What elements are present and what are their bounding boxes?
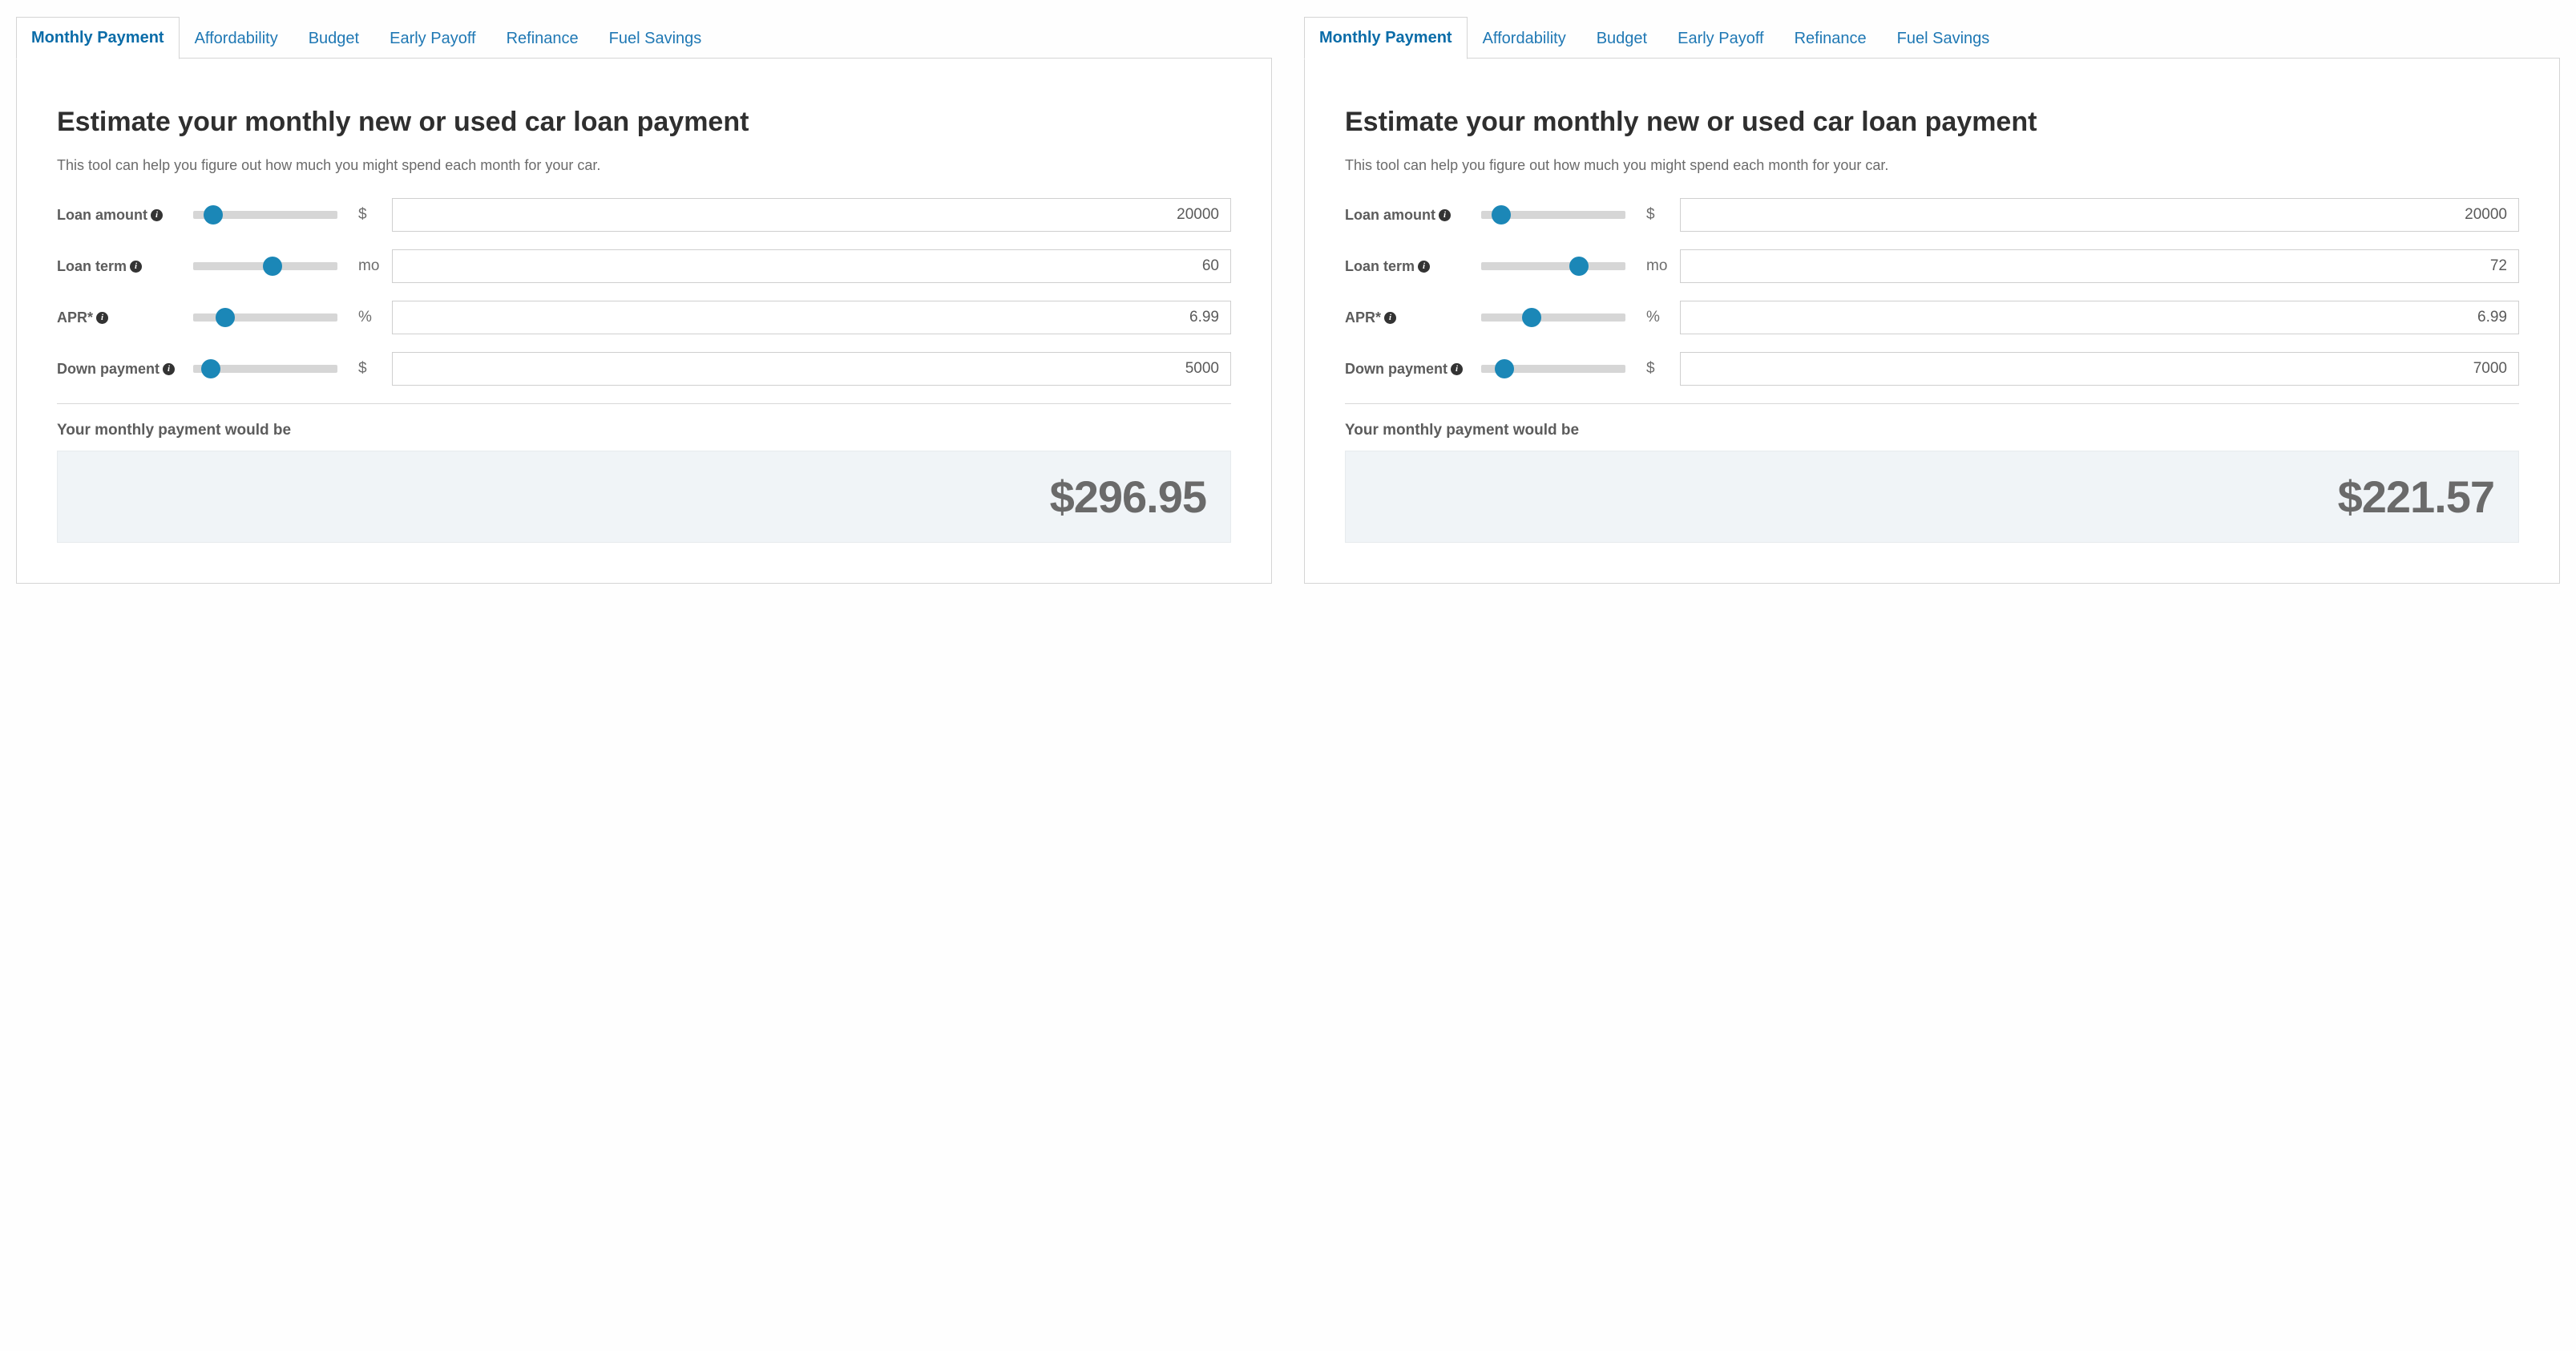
input-label: Down payment i [1345, 361, 1481, 378]
slider-thumb[interactable] [1522, 308, 1541, 327]
slider-thumb[interactable] [263, 257, 282, 276]
input-label-text: Down payment [1345, 361, 1447, 378]
slider-track[interactable] [193, 313, 337, 322]
unit-label: mo [358, 257, 392, 275]
slider-track[interactable] [193, 262, 337, 270]
slider-thumb[interactable] [1492, 205, 1511, 224]
info-icon[interactable]: i [130, 261, 142, 273]
info-icon[interactable]: i [1418, 261, 1430, 273]
page-title: Estimate your monthly new or used car lo… [57, 107, 1231, 138]
page-subtitle: This tool can help you figure out how mu… [57, 156, 1231, 176]
slider-thumb[interactable] [201, 359, 220, 378]
tab-refinance[interactable]: Refinance [1779, 18, 1882, 59]
tab-budget[interactable]: Budget [293, 18, 374, 59]
divider [1345, 403, 2519, 404]
value-input[interactable] [392, 352, 1231, 386]
input-label-text: APR* [1345, 309, 1381, 326]
input-row: APR*i% [57, 301, 1231, 334]
input-label-text: Loan term [57, 258, 127, 275]
tab-monthly-payment[interactable]: Monthly Payment [1304, 17, 1468, 59]
result-label: Your monthly payment would be [57, 422, 1231, 439]
calculator-card: Estimate your monthly new or used car lo… [16, 58, 1272, 584]
input-row: Loan amount i $ [57, 198, 1231, 232]
tabs: Monthly PaymentAffordabilityBudgetEarly … [16, 16, 1272, 59]
slider-thumb[interactable] [204, 205, 223, 224]
input-label: Loan termi [1345, 258, 1481, 275]
result-value: $221.57 [1370, 471, 2494, 523]
input-label-text: Down payment [57, 361, 159, 378]
input-label: Down payment i [57, 361, 193, 378]
input-label: Loan amount i [1345, 207, 1481, 224]
tab-budget[interactable]: Budget [1581, 18, 1662, 59]
unit-label: % [358, 309, 392, 326]
value-input[interactable] [1680, 301, 2519, 334]
input-row: Loan termi mo [57, 249, 1231, 283]
input-label-text: Loan amount [1345, 207, 1435, 224]
calculator-panel: Monthly PaymentAffordabilityBudgetEarly … [16, 16, 1272, 584]
unit-label: $ [1646, 360, 1680, 378]
slider-thumb[interactable] [1495, 359, 1514, 378]
value-input[interactable] [1680, 352, 2519, 386]
slider-track[interactable] [1481, 313, 1625, 322]
value-input[interactable] [1680, 198, 2519, 232]
unit-label: $ [1646, 206, 1680, 224]
info-icon[interactable]: i [163, 363, 175, 375]
input-label: Loan termi [57, 258, 193, 275]
info-icon[interactable]: i [151, 209, 163, 221]
result-box: $221.57 [1345, 451, 2519, 543]
info-icon[interactable]: i [1439, 209, 1451, 221]
slider-track[interactable] [1481, 211, 1625, 219]
slider-thumb[interactable] [216, 308, 235, 327]
tab-affordability[interactable]: Affordability [180, 18, 293, 59]
slider-track[interactable] [193, 211, 337, 219]
input-row: Loan amount i $ [1345, 198, 2519, 232]
result-label: Your monthly payment would be [1345, 422, 2519, 439]
tab-fuel-savings[interactable]: Fuel Savings [594, 18, 717, 59]
tabs: Monthly PaymentAffordabilityBudgetEarly … [1304, 16, 2560, 59]
input-label: Loan amount i [57, 207, 193, 224]
result-box: $296.95 [57, 451, 1231, 543]
input-label: APR*i [1345, 309, 1481, 326]
info-icon[interactable]: i [96, 312, 108, 324]
input-row: Down payment i $ [1345, 352, 2519, 386]
value-input[interactable] [392, 249, 1231, 283]
tab-fuel-savings[interactable]: Fuel Savings [1882, 18, 2005, 59]
input-label-text: APR* [57, 309, 93, 326]
value-input[interactable] [392, 301, 1231, 334]
tab-early-payoff[interactable]: Early Payoff [1662, 18, 1779, 59]
slider-track[interactable] [1481, 365, 1625, 373]
page-subtitle: This tool can help you figure out how mu… [1345, 156, 2519, 176]
unit-label: $ [358, 360, 392, 378]
value-input[interactable] [1680, 249, 2519, 283]
input-row: Loan termi mo [1345, 249, 2519, 283]
result-value: $296.95 [82, 471, 1206, 523]
slider-thumb[interactable] [1569, 257, 1589, 276]
divider [57, 403, 1231, 404]
input-label-text: Loan term [1345, 258, 1415, 275]
tab-refinance[interactable]: Refinance [491, 18, 594, 59]
input-label: APR*i [57, 309, 193, 326]
calculator-panel: Monthly PaymentAffordabilityBudgetEarly … [1304, 16, 2560, 584]
input-row: Down payment i $ [57, 352, 1231, 386]
input-row: APR*i% [1345, 301, 2519, 334]
tab-early-payoff[interactable]: Early Payoff [374, 18, 491, 59]
unit-label: % [1646, 309, 1680, 326]
info-icon[interactable]: i [1384, 312, 1396, 324]
unit-label: mo [1646, 257, 1680, 275]
page-title: Estimate your monthly new or used car lo… [1345, 107, 2519, 138]
calculator-card: Estimate your monthly new or used car lo… [1304, 58, 2560, 584]
input-label-text: Loan amount [57, 207, 147, 224]
unit-label: $ [358, 206, 392, 224]
slider-track[interactable] [193, 365, 337, 373]
value-input[interactable] [392, 198, 1231, 232]
slider-track[interactable] [1481, 262, 1625, 270]
tab-affordability[interactable]: Affordability [1468, 18, 1581, 59]
info-icon[interactable]: i [1451, 363, 1463, 375]
tab-monthly-payment[interactable]: Monthly Payment [16, 17, 180, 59]
